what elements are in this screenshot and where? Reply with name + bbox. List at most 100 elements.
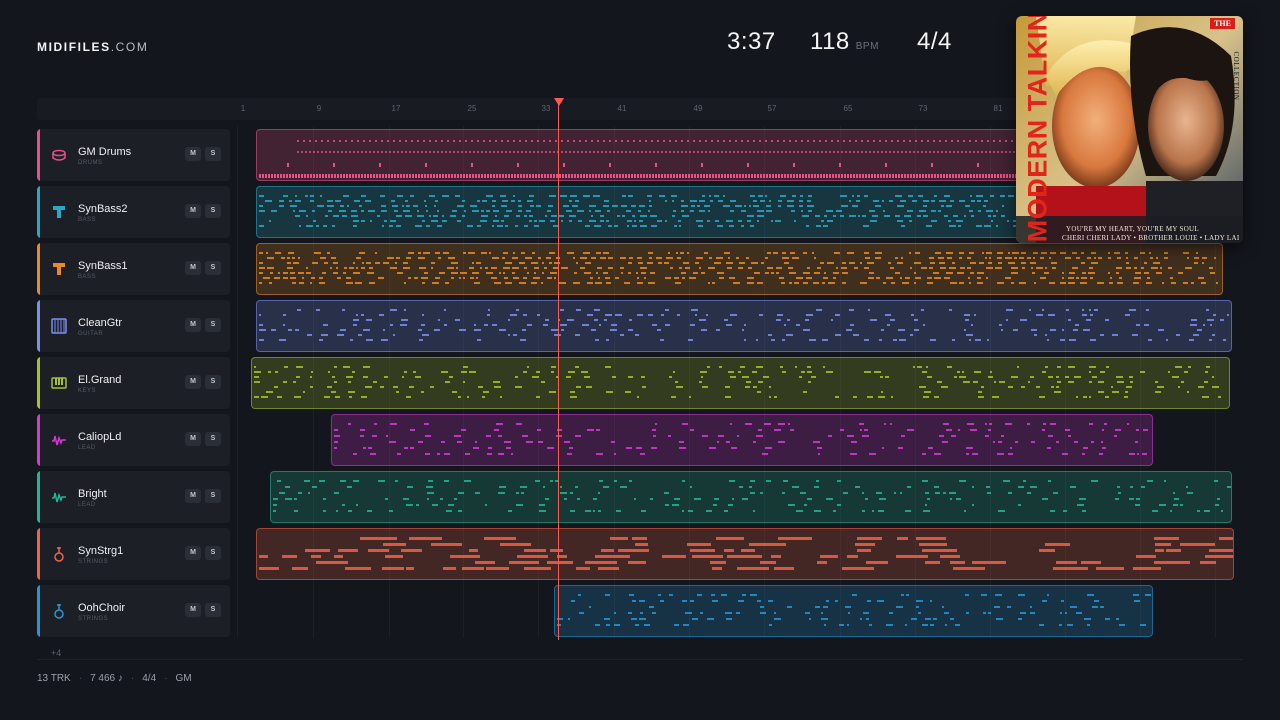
track-header[interactable]: SynBass2 BASS M S bbox=[37, 186, 230, 238]
solo-button[interactable]: S bbox=[205, 261, 221, 275]
cover-tagline: YOU'RE MY HEART, YOU'RE MY SOUL bbox=[1066, 225, 1199, 233]
keys-icon bbox=[51, 375, 67, 391]
more-tracks-indicator[interactable]: +4 bbox=[51, 648, 61, 658]
track-name: CaliopLd bbox=[78, 431, 122, 443]
cover-collection: COLLECTION bbox=[1232, 51, 1240, 101]
track-category: LEAD bbox=[78, 445, 96, 451]
footer-signature: 4/4 bbox=[142, 673, 157, 684]
track-name: GM Drums bbox=[78, 146, 132, 158]
note-count: 7 466 ♪ bbox=[90, 673, 123, 684]
solo-button[interactable]: S bbox=[205, 432, 221, 446]
track-header[interactable]: CleanGtr GUITAR M S bbox=[37, 300, 230, 352]
track-category: GUITAR bbox=[78, 331, 104, 337]
track-header[interactable]: El.Grand KEYS M S bbox=[37, 357, 230, 409]
ruler-tick: 17 bbox=[391, 104, 401, 113]
track-header[interactable]: Bright LEAD M S bbox=[37, 471, 230, 523]
track-header[interactable]: GM Drums DRUMS M S bbox=[37, 129, 230, 181]
mute-button[interactable]: M bbox=[185, 204, 201, 218]
tempo-display: 118 BPM bbox=[810, 28, 879, 58]
solo-button[interactable]: S bbox=[205, 546, 221, 560]
ruler-tick: 33 bbox=[541, 104, 551, 113]
solo-button[interactable]: S bbox=[205, 489, 221, 503]
brand-tld: .COM bbox=[110, 40, 149, 54]
track-header[interactable]: SynStrg1 STRINGS M S bbox=[37, 528, 230, 580]
track-name: SynBass2 bbox=[78, 203, 128, 215]
mute-button[interactable]: M bbox=[185, 318, 201, 332]
drum-icon bbox=[51, 147, 67, 163]
album-cover: MODERN TALKING THE COLLECTION YOU'RE MY … bbox=[1016, 16, 1243, 243]
solo-button[interactable]: S bbox=[205, 318, 221, 332]
track-clip[interactable] bbox=[251, 357, 1230, 409]
footer-summary: 13 TRK · 7 466 ♪ · 4/4 · GM bbox=[37, 673, 192, 684]
track-color-stripe bbox=[37, 129, 40, 181]
bass-icon bbox=[51, 204, 67, 220]
track-header[interactable]: SynBass1 BASS M S bbox=[37, 243, 230, 295]
ruler-tick: 9 bbox=[316, 104, 322, 113]
ruler-tick: 1 bbox=[240, 104, 246, 113]
ruler-tick: 73 bbox=[918, 104, 928, 113]
solo-button[interactable]: S bbox=[205, 375, 221, 389]
playhead-marker[interactable] bbox=[554, 98, 564, 106]
cover-badge: THE bbox=[1210, 18, 1235, 29]
track-color-stripe bbox=[37, 300, 40, 352]
solo-button[interactable]: S bbox=[205, 603, 221, 617]
track-clip[interactable] bbox=[270, 471, 1232, 523]
duration-value: 3:37 bbox=[727, 28, 776, 55]
ruler-tick: 81 bbox=[993, 104, 1003, 113]
note-pattern bbox=[259, 537, 1233, 570]
track-clip[interactable] bbox=[554, 585, 1153, 637]
mute-button[interactable]: M bbox=[185, 546, 201, 560]
track-color-stripe bbox=[37, 414, 40, 466]
track-category: STRINGS bbox=[78, 559, 109, 565]
signature-value: 4/4 bbox=[917, 28, 952, 55]
track-category: BASS bbox=[78, 274, 97, 280]
track-clip[interactable] bbox=[256, 528, 1234, 580]
bpm-value: 118 bbox=[810, 28, 850, 55]
ruler-tick: 41 bbox=[617, 104, 627, 113]
track-name: El.Grand bbox=[78, 374, 122, 386]
separator: · bbox=[130, 673, 135, 684]
track-name: SynBass1 bbox=[78, 260, 128, 272]
track-color-stripe bbox=[37, 243, 40, 295]
mute-button[interactable]: M bbox=[185, 147, 201, 161]
track-name: OohChoir bbox=[78, 602, 126, 614]
track-category: DRUMS bbox=[78, 160, 103, 166]
bass-icon bbox=[51, 261, 67, 277]
guitar-icon bbox=[51, 318, 67, 334]
mute-button[interactable]: M bbox=[185, 261, 201, 275]
grid-line bbox=[237, 126, 238, 638]
track-clip[interactable] bbox=[256, 300, 1232, 352]
track-color-stripe bbox=[37, 471, 40, 523]
solo-button[interactable]: S bbox=[205, 204, 221, 218]
track-clip[interactable] bbox=[331, 414, 1153, 466]
track-category: STRINGS bbox=[78, 616, 109, 622]
note-pattern bbox=[557, 594, 1151, 626]
track-color-stripe bbox=[37, 528, 40, 580]
note-pattern bbox=[334, 423, 1148, 455]
midi-standard: GM bbox=[175, 673, 192, 684]
track-count: 13 TRK bbox=[37, 673, 71, 684]
separator: · bbox=[78, 673, 83, 684]
track-name: CleanGtr bbox=[78, 317, 123, 329]
mute-button[interactable]: M bbox=[185, 375, 201, 389]
mute-button[interactable]: M bbox=[185, 603, 201, 617]
track-header[interactable]: OohChoir STRINGS M S bbox=[37, 585, 230, 637]
track-clip[interactable] bbox=[256, 243, 1223, 295]
track-category: KEYS bbox=[78, 388, 97, 394]
note-pattern bbox=[254, 366, 1221, 398]
mute-button[interactable]: M bbox=[185, 432, 201, 446]
brand-name: MIDIFILES bbox=[37, 40, 111, 54]
ruler-tick: 65 bbox=[843, 104, 853, 113]
ruler-tick: 57 bbox=[767, 104, 777, 113]
playhead[interactable] bbox=[558, 104, 559, 640]
bpm-unit: BPM bbox=[855, 41, 879, 52]
song-duration: 3:37 bbox=[727, 28, 776, 58]
solo-button[interactable]: S bbox=[205, 147, 221, 161]
ruler-tick: 49 bbox=[693, 104, 703, 113]
track-header[interactable]: CaliopLd LEAD M S bbox=[37, 414, 230, 466]
separator: · bbox=[164, 673, 168, 684]
wave-icon bbox=[51, 489, 67, 505]
mute-button[interactable]: M bbox=[185, 489, 201, 503]
track-category: LEAD bbox=[78, 502, 96, 508]
track-name: SynStrg1 bbox=[78, 545, 124, 557]
